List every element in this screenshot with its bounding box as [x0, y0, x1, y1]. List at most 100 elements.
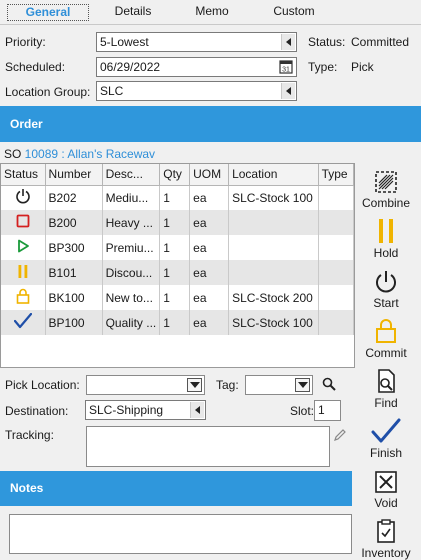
column-description[interactable]: Desc...: [102, 164, 161, 186]
row-description: Quality ...: [102, 310, 161, 335]
find-document-icon: [356, 364, 416, 394]
table-header-row: Status Number Desc... Qty UOM Location T…: [1, 164, 354, 186]
play-icon: [16, 239, 30, 256]
row-qty: 1: [159, 285, 191, 310]
tracking-field[interactable]: [86, 426, 330, 467]
order-separator: :: [58, 147, 68, 161]
finish-button[interactable]: Finish: [356, 414, 416, 460]
tab-bar: General Details Memo Custom: [0, 0, 421, 25]
row-status-cell: [1, 210, 46, 235]
column-status[interactable]: Status: [1, 164, 46, 186]
type-label: Type:: [308, 60, 338, 74]
power-icon: [356, 264, 416, 294]
inventory-button[interactable]: Inventory: [356, 514, 416, 560]
row-uom: ea: [189, 310, 230, 335]
column-number[interactable]: Number: [45, 164, 103, 186]
tab-custom[interactable]: Custom: [256, 4, 332, 21]
tab-memo[interactable]: Memo: [178, 4, 246, 21]
row-description: Mediu...: [102, 185, 161, 210]
calendar-icon[interactable]: 31: [279, 59, 293, 79]
hold-button[interactable]: Hold: [356, 214, 416, 260]
row-uom: ea: [189, 210, 230, 235]
row-description: Heavy ...: [102, 210, 161, 235]
row-status-cell: [1, 235, 46, 260]
row-type: [318, 260, 354, 285]
destination-value: SLC-Shipping: [89, 403, 164, 417]
priority-select[interactable]: 5-Lowest: [96, 32, 297, 52]
table-row[interactable]: BP300 Premiu... 1 ea: [1, 235, 354, 260]
chevron-down-icon[interactable]: [187, 378, 202, 392]
scheduled-value: 06/29/2022: [100, 60, 161, 74]
column-location[interactable]: Location: [228, 164, 319, 186]
customer-link[interactable]: Allan's Racewav: [67, 147, 155, 161]
scheduled-date-field[interactable]: 06/29/2022 31: [96, 57, 297, 77]
finish-label: Finish: [369, 446, 402, 460]
order-section-header: Order: [0, 106, 421, 142]
row-type: [318, 185, 354, 210]
tracking-label: Tracking:: [5, 428, 54, 442]
row-location: [228, 210, 319, 235]
row-number: B200: [45, 210, 103, 235]
row-status-cell: [1, 185, 46, 210]
column-type[interactable]: Type: [318, 164, 354, 186]
row-location: [228, 260, 319, 285]
tab-details[interactable]: Details: [98, 4, 168, 21]
pick-location-select[interactable]: [86, 375, 205, 395]
svg-text:31: 31: [282, 67, 290, 74]
table-row[interactable]: B200 Heavy ... 1 ea: [1, 210, 354, 235]
table-row[interactable]: B202 Mediu... 1 ea SLC-Stock 100: [1, 185, 354, 210]
table-row[interactable]: BK100 New to... 1 ea SLC-Stock 200: [1, 285, 354, 310]
chevron-left-icon[interactable]: [190, 402, 204, 418]
find-button[interactable]: Find: [356, 364, 416, 410]
pause-icon: [17, 264, 29, 282]
row-uom: ea: [189, 260, 230, 285]
pencil-icon[interactable]: [333, 428, 347, 445]
location-group-value: SLC: [100, 84, 124, 98]
priority-value: 5-Lowest: [100, 35, 149, 49]
row-number: BK100: [45, 285, 103, 310]
items-table[interactable]: Status Number Desc... Qty UOM Location T…: [0, 163, 355, 368]
column-qty[interactable]: Qty: [159, 164, 191, 186]
slot-field[interactable]: 1: [314, 400, 341, 421]
location-group-select[interactable]: SLC: [96, 81, 297, 101]
void-label: Void: [374, 496, 398, 510]
pick-location-value: [87, 378, 90, 392]
tag-value: [246, 378, 249, 392]
tag-select[interactable]: [245, 375, 313, 395]
row-location: [228, 235, 319, 260]
notes-section-header: Notes: [0, 471, 352, 506]
checkmark-icon: [13, 312, 32, 332]
combine-button[interactable]: Combine: [356, 164, 416, 210]
destination-select[interactable]: SLC-Shipping: [85, 400, 206, 420]
row-location: SLC-Stock 200: [228, 285, 319, 310]
void-x-icon: [356, 464, 416, 494]
slot-label: Slot:: [290, 404, 315, 418]
start-button[interactable]: Start: [356, 264, 416, 310]
order-number-link[interactable]: 10089: [25, 147, 58, 161]
commit-button[interactable]: Commit: [356, 314, 416, 360]
priority-label: Priority:: [5, 35, 46, 49]
commit-label: Commit: [365, 346, 407, 360]
row-description: New to...: [102, 285, 161, 310]
notes-field[interactable]: [9, 514, 352, 554]
row-number: B202: [45, 185, 103, 210]
tab-general[interactable]: General: [7, 4, 89, 21]
row-type: [318, 210, 354, 235]
row-qty: 1: [159, 185, 191, 210]
chevron-left-icon[interactable]: [281, 34, 295, 50]
stop-square-icon: [16, 214, 30, 231]
hold-label: Hold: [373, 246, 399, 260]
pick-location-label: Pick Location:: [5, 378, 80, 392]
order-reference: SO 10089 : Allan's Racewav: [4, 147, 155, 161]
lock-icon: [16, 288, 30, 307]
column-uom[interactable]: UOM: [189, 164, 230, 186]
pause-icon: [356, 214, 416, 244]
void-button[interactable]: Void: [356, 464, 416, 510]
chevron-down-icon[interactable]: [295, 378, 310, 392]
row-qty: 1: [159, 260, 191, 285]
table-row[interactable]: BP100 Quality ... 1 ea SLC-Stock 100: [1, 310, 354, 335]
table-row[interactable]: B101 Discou... 1 ea: [1, 260, 354, 285]
row-qty: 1: [159, 210, 191, 235]
chevron-left-icon[interactable]: [281, 83, 295, 99]
search-icon[interactable]: [322, 377, 336, 394]
